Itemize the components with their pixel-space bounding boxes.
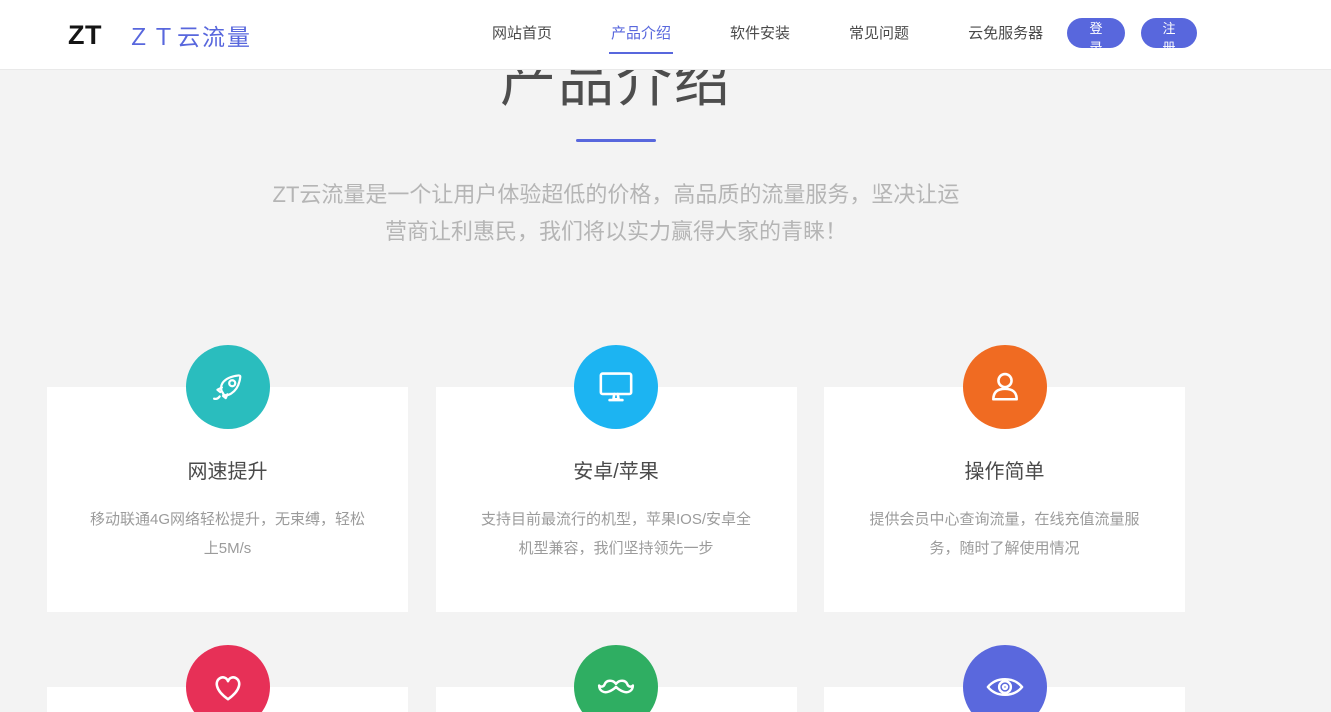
- title-divider: [576, 139, 656, 142]
- brand-logo-text: ＺＴ云流量: [127, 18, 252, 52]
- feature-grid: 网速提升 移动联通4G网络轻松提升，无束缚，轻松上5M/s 安卓/苹果 支持目前…: [47, 387, 1185, 712]
- eye-icon: [983, 672, 1027, 702]
- brand-logo-mark: ZT: [68, 20, 102, 51]
- main-nav: 网站首页 产品介绍 软件安装 常见问题 云免服务器: [490, 0, 1045, 70]
- nav-item-install[interactable]: 软件安装: [728, 16, 792, 54]
- monitor-icon: [595, 368, 637, 406]
- top-navbar: ZT ＺＴ云流量 网站首页 产品介绍 软件安装 常见问题 云免服务器 登录 注册: [0, 0, 1331, 70]
- feature-icon-circle: [963, 345, 1047, 429]
- feature-card-row2-3: [824, 687, 1185, 712]
- feature-icon-circle: [574, 345, 658, 429]
- heart-icon: [207, 668, 249, 706]
- hero-description-line1: ZT云流量是一个让用户体验超低的价格，高品质的流量服务，坚决让运: [273, 182, 960, 207]
- nav-item-home[interactable]: 网站首页: [490, 16, 554, 54]
- nav-item-products[interactable]: 产品介绍: [609, 16, 673, 54]
- feature-card-row2-2: [436, 687, 797, 712]
- hero-description: ZT云流量是一个让用户体验超低的价格，高品质的流量服务，坚决让运 营商让利惠民，…: [186, 176, 1046, 250]
- feature-icon-circle: [186, 645, 270, 712]
- login-button[interactable]: 登录: [1067, 18, 1125, 48]
- feature-description: 移动联通4G网络轻松提升，无束缚，轻松上5M/s: [87, 505, 369, 563]
- mustache-icon: [594, 675, 638, 699]
- register-button[interactable]: 注册: [1141, 18, 1197, 48]
- nav-item-faq[interactable]: 常见问题: [847, 16, 911, 54]
- feature-icon-circle: [574, 645, 658, 712]
- feature-icon-circle: [963, 645, 1047, 712]
- feature-description: 提供会员中心查询流量，在线充值流量服务，随时了解使用情况: [864, 505, 1146, 563]
- feature-card-speed: 网速提升 移动联通4G网络轻松提升，无束缚，轻松上5M/s: [47, 387, 408, 612]
- brand-logo[interactable]: ZT ＺＴ云流量: [68, 0, 252, 70]
- feature-card-row2-1: [47, 687, 408, 712]
- feature-card-devices: 安卓/苹果 支持目前最流行的机型，苹果IOS/安卓全机型兼容，我们坚持领先一步: [436, 387, 797, 612]
- hero-description-line2: 营商让利惠民，我们将以实力赢得大家的青睐！: [385, 219, 847, 244]
- feature-icon-circle: [186, 345, 270, 429]
- feature-description: 支持目前最流行的机型，苹果IOS/安卓全机型兼容，我们坚持领先一步: [475, 505, 757, 563]
- page: ZT ＺＴ云流量 网站首页 产品介绍 软件安装 常见问题 云免服务器 登录 注册…: [0, 0, 1331, 712]
- nav-item-cloud-server[interactable]: 云免服务器: [966, 16, 1045, 54]
- user-icon: [984, 368, 1026, 406]
- rocket-icon: [208, 367, 248, 407]
- feature-card-easy-use: 操作简单 提供会员中心查询流量，在线充值流量服务，随时了解使用情况: [824, 387, 1185, 612]
